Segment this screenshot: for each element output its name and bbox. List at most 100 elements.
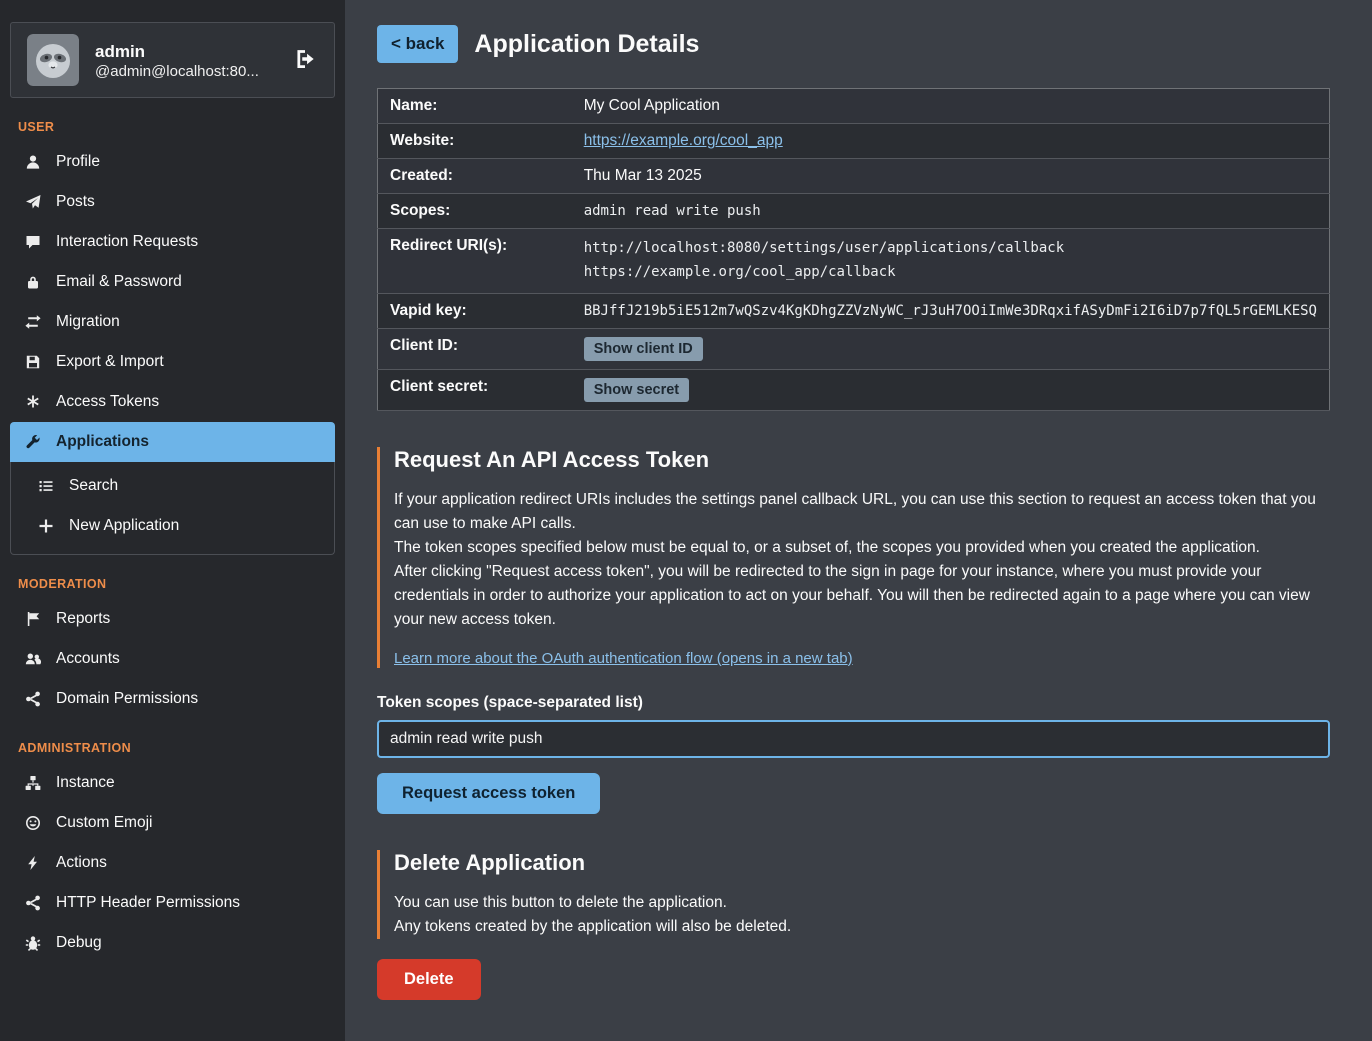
tools-icon (24, 434, 42, 450)
sidebar-item-access-tokens[interactable]: Access Tokens (10, 382, 335, 422)
sidebar-item-interaction-requests[interactable]: Interaction Requests (10, 222, 335, 262)
smiley-icon (24, 815, 42, 831)
table-row-scopes: Scopes: admin read write push (378, 194, 1330, 229)
sidebar-item-profile[interactable]: Profile (10, 142, 335, 182)
sidebar-item-label: Actions (56, 854, 107, 872)
sidebar-item-reports[interactable]: Reports (10, 599, 335, 639)
save-icon (24, 354, 42, 370)
share-nodes-icon (24, 895, 42, 911)
redirect-uri: http://localhost:8080/settings/user/appl… (584, 237, 1317, 261)
exchange-arrows-icon (24, 314, 42, 330)
sidebar-item-migration[interactable]: Migration (10, 302, 335, 342)
sidebar-item-label: Domain Permissions (56, 690, 198, 708)
token-scopes-input[interactable] (377, 720, 1330, 758)
sidebar-item-actions[interactable]: Actions (10, 843, 335, 883)
request-token-heading: Request An API Access Token (394, 447, 1330, 473)
table-row-name: Name: My Cool Application (378, 89, 1330, 124)
list-icon (37, 478, 55, 494)
sidebar-item-label: Posts (56, 193, 95, 211)
show-client-id-button[interactable]: Show client ID (584, 337, 703, 361)
sidebar-item-debug[interactable]: Debug (10, 923, 335, 963)
sidebar-item-label: Profile (56, 153, 100, 171)
redirect-uri: https://example.org/cool_app/callback (584, 261, 1317, 285)
table-row-client-secret: Client secret: Show secret (378, 369, 1330, 410)
scopes-value: admin read write push (572, 194, 1330, 229)
row-label: Client secret: (378, 369, 572, 410)
plus-icon (37, 518, 55, 534)
delete-application-section: Delete Application You can use this butt… (377, 850, 1330, 939)
sidebar-item-label: Search (69, 477, 118, 495)
sidebar-item-accounts[interactable]: Accounts (10, 639, 335, 679)
sidebar-item-label: Reports (56, 610, 110, 628)
asterisk-icon (24, 394, 42, 410)
main-panel: < back Application Details Name: My Cool… (345, 0, 1372, 1041)
vapid-key-value: BBJffJ219b5iE512m7wQSzv4KgKDhgZZVzNyWC_r… (572, 293, 1330, 328)
nav-section-moderation: MODERATION (18, 577, 327, 591)
request-token-paragraph: If your application redirect URIs includ… (394, 488, 1330, 536)
sidebar-item-label: New Application (69, 517, 179, 535)
sidebar-item-applications[interactable]: Applications (10, 422, 335, 462)
row-label: Redirect URI(s): (378, 229, 572, 294)
row-value: My Cool Application (572, 89, 1330, 124)
row-value: Thu Mar 13 2025 (572, 159, 1330, 194)
share-nodes-icon (24, 691, 42, 707)
page-title: Application Details (474, 30, 699, 59)
nav-section-administration: ADMINISTRATION (18, 741, 327, 755)
sidebar-item-instance[interactable]: Instance (10, 763, 335, 803)
sidebar-item-label: Migration (56, 313, 120, 331)
request-token-paragraph: After clicking "Request access token", y… (394, 560, 1330, 632)
user-icon (24, 154, 42, 170)
application-details-table: Name: My Cool Application Website: https… (377, 88, 1330, 411)
sidebar-item-label: Accounts (56, 650, 120, 668)
row-label: Created: (378, 159, 572, 194)
sidebar-item-email-password[interactable]: Email & Password (10, 262, 335, 302)
comment-icon (24, 234, 42, 250)
sidebar-item-domain-permissions[interactable]: Domain Permissions (10, 679, 335, 719)
table-row-client-id: Client ID: Show client ID (378, 328, 1330, 369)
sidebar-item-label: Email & Password (56, 273, 182, 291)
sidebar-item-label: Interaction Requests (56, 233, 198, 251)
sidebar-item-posts[interactable]: Posts (10, 182, 335, 222)
sidebar-item-label: HTTP Header Permissions (56, 894, 240, 912)
sidebar-item-custom-emoji[interactable]: Custom Emoji (10, 803, 335, 843)
oauth-docs-link[interactable]: Learn more about the OAuth authenticatio… (394, 650, 853, 667)
request-token-section: Request An API Access Token If your appl… (377, 447, 1330, 668)
sidebar-item-label: Debug (56, 934, 102, 952)
delete-paragraph: You can use this button to delete the ap… (394, 891, 1330, 915)
back-button[interactable]: < back (377, 25, 458, 63)
sidebar-item-label: Access Tokens (56, 393, 159, 411)
table-row-created: Created: Thu Mar 13 2025 (378, 159, 1330, 194)
delete-application-heading: Delete Application (394, 850, 1330, 876)
request-access-token-button[interactable]: Request access token (377, 773, 600, 814)
flag-icon (24, 611, 42, 627)
request-token-paragraph: The token scopes specified below must be… (394, 536, 1330, 560)
avatar (27, 34, 79, 86)
sidebar-nav: USER Profile Posts Interaction Requests … (10, 120, 335, 963)
sidebar-item-http-header-permissions[interactable]: HTTP Header Permissions (10, 883, 335, 923)
website-link[interactable]: https://example.org/cool_app (584, 132, 783, 149)
row-label: Name: (378, 89, 572, 124)
nav-section-user: USER (18, 120, 327, 134)
delete-paragraph: Any tokens created by the application wi… (394, 915, 1330, 939)
logout-button[interactable] (292, 46, 318, 75)
user-card: admin @admin@localhost:80... (10, 22, 335, 98)
table-row-website: Website: https://example.org/cool_app (378, 124, 1330, 159)
token-scopes-label: Token scopes (space-separated list) (377, 694, 1330, 712)
show-secret-button[interactable]: Show secret (584, 378, 689, 402)
sidebar-group-applications: Applications Search New Application (10, 422, 335, 555)
sitemap-icon (24, 775, 42, 791)
sidebar-item-export-import[interactable]: Export & Import (10, 342, 335, 382)
row-label: Scopes: (378, 194, 572, 229)
delete-button[interactable]: Delete (377, 959, 481, 1000)
sidebar-item-label: Export & Import (56, 353, 164, 371)
row-label: Client ID: (378, 328, 572, 369)
sign-out-icon (294, 48, 316, 73)
sidebar-item-new-application[interactable]: New Application (11, 506, 334, 546)
user-handle: @admin@localhost:80... (95, 63, 259, 80)
sidebar-item-search[interactable]: Search (11, 466, 334, 506)
row-label: Vapid key: (378, 293, 572, 328)
table-row-redirect-uris: Redirect URI(s): http://localhost:8080/s… (378, 229, 1330, 294)
sidebar-item-label: Applications (56, 433, 149, 451)
sidebar: admin @admin@localhost:80... USER Profil… (0, 0, 345, 1041)
bug-icon (24, 935, 42, 951)
